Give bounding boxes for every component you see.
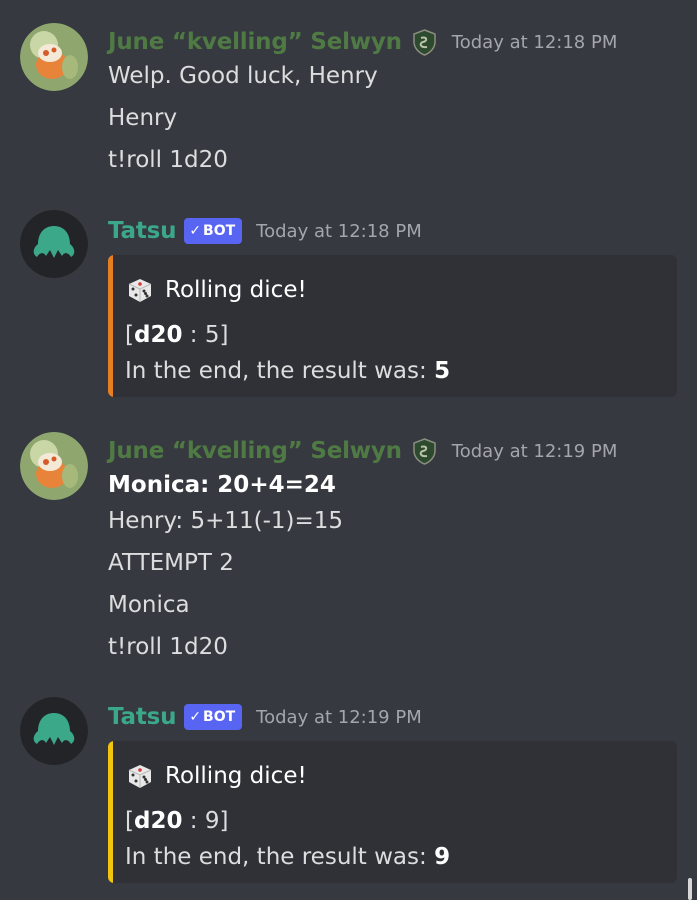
message-text: Welp. Good luck, Henry bbox=[108, 63, 378, 89]
embed-accent-bar bbox=[108, 255, 113, 397]
embed-title-text: Rolling dice! bbox=[165, 277, 307, 303]
username[interactable]: June “kvelling” Selwyn bbox=[108, 438, 402, 464]
die-roll-line: [d20 : 5] bbox=[125, 322, 229, 348]
dice-embed: Rolling dice! [d20 : 5] In the end, the … bbox=[108, 255, 677, 397]
result-line: In the end, the result was: 9 bbox=[125, 842, 450, 872]
die-result: 5 bbox=[204, 322, 220, 348]
chat-messages: June “kvelling” Selwyn Today at 12:18 PM… bbox=[0, 0, 697, 900]
message-header: June “kvelling” Selwyn Today at 12:18 PM bbox=[108, 22, 617, 62]
message-header: Tatsu ✓ BOT Today at 12:18 PM bbox=[108, 211, 422, 251]
dice-icon bbox=[125, 275, 155, 305]
die-roll-line: [d20 : 9] bbox=[125, 808, 229, 834]
message-text: t!roll 1d20 bbox=[108, 634, 228, 660]
die-separator: : bbox=[182, 322, 205, 348]
message-header: June “kvelling” Selwyn Today at 12:19 PM bbox=[108, 431, 617, 471]
die-result: 9 bbox=[204, 808, 220, 834]
embed-title: Rolling dice! bbox=[125, 761, 307, 791]
username[interactable]: June “kvelling” Selwyn bbox=[108, 29, 402, 55]
avatar[interactable] bbox=[20, 23, 88, 91]
bot-tag-label: BOT bbox=[203, 223, 236, 239]
result-value: 5 bbox=[434, 358, 451, 384]
message-text: Monica: 20+4=24 bbox=[108, 472, 336, 498]
result-value: 9 bbox=[434, 844, 451, 870]
message-text: Henry bbox=[108, 105, 178, 131]
slytherin-crest-icon[interactable] bbox=[411, 437, 438, 465]
embed-title: Rolling dice! bbox=[125, 275, 307, 305]
slytherin-crest-icon[interactable] bbox=[411, 28, 438, 56]
avatar[interactable] bbox=[20, 210, 88, 278]
result-prefix: In the end, the result was: bbox=[125, 844, 435, 870]
checkmark-icon: ✓ bbox=[189, 709, 202, 725]
message-text: Monica bbox=[108, 592, 190, 618]
bot-tag: ✓ BOT bbox=[184, 218, 243, 244]
bot-tag-label: BOT bbox=[203, 709, 236, 725]
checkmark-icon: ✓ bbox=[189, 223, 202, 239]
timestamp: Today at 12:19 PM bbox=[256, 706, 422, 728]
dice-embed: Rolling dice! [d20 : 9] In the end, the … bbox=[108, 741, 677, 883]
message-text: Henry: 5+11(-1)=15 bbox=[108, 508, 344, 534]
bot-tag: ✓ BOT bbox=[184, 704, 243, 730]
avatar[interactable] bbox=[20, 697, 88, 765]
message-text: ATTEMPT 2 bbox=[108, 550, 234, 576]
embed-title-text: Rolling dice! bbox=[165, 763, 307, 789]
die-label: d20 bbox=[133, 808, 183, 834]
message-text: t!roll 1d20 bbox=[108, 147, 228, 173]
username[interactable]: Tatsu bbox=[108, 218, 177, 244]
die-label: d20 bbox=[133, 322, 183, 348]
dice-icon bbox=[125, 761, 155, 791]
die-separator: : bbox=[182, 808, 205, 834]
message-header: Tatsu ✓ BOT Today at 12:19 PM bbox=[108, 697, 422, 737]
timestamp: Today at 12:19 PM bbox=[451, 440, 618, 462]
result-line: In the end, the result was: 5 bbox=[125, 356, 450, 386]
embed-accent-bar bbox=[108, 741, 113, 883]
result-prefix: In the end, the result was: bbox=[125, 358, 435, 384]
timestamp: Today at 12:18 PM bbox=[256, 220, 422, 242]
username[interactable]: Tatsu bbox=[108, 704, 177, 730]
scrollbar-thumb[interactable] bbox=[688, 878, 692, 900]
avatar[interactable] bbox=[20, 432, 88, 500]
timestamp: Today at 12:18 PM bbox=[451, 31, 618, 53]
